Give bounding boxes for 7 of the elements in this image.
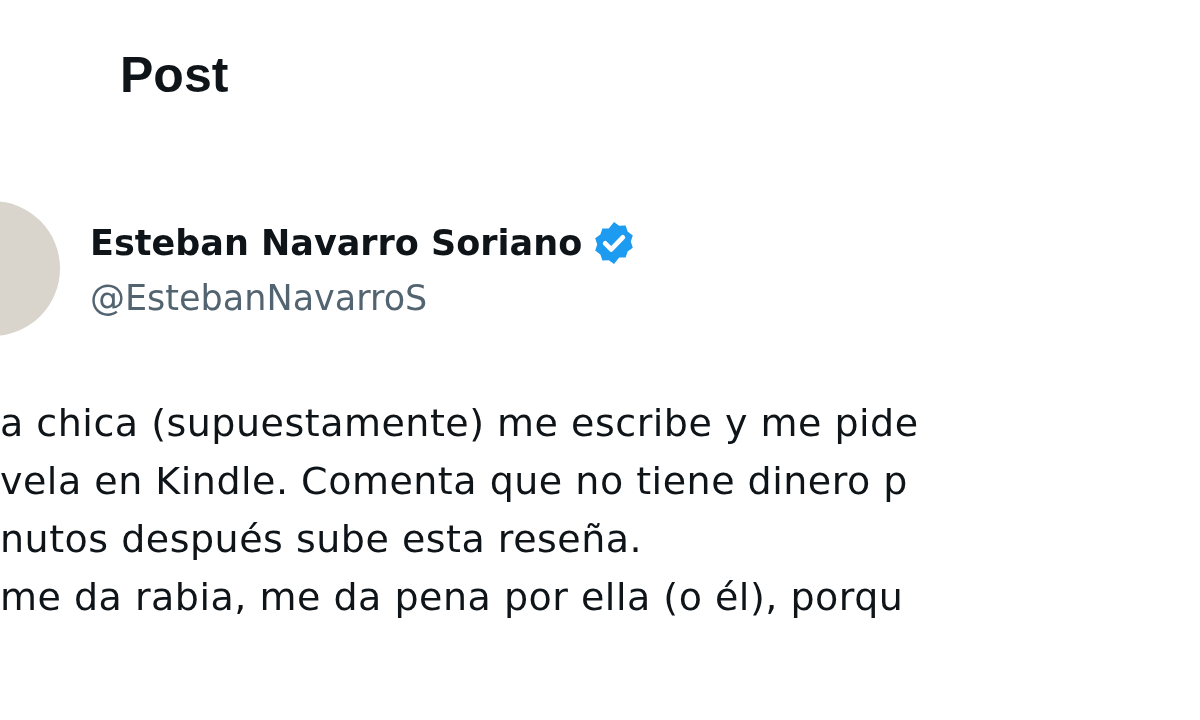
page-title: Post: [119, 46, 230, 103]
post-text-line: a chica (supuestamente) me escribe y me pide: [0, 400, 920, 447]
author-name: Esteban Navarro Soriano: [90, 221, 583, 264]
author-handle: @EstebanNavarroS: [90, 276, 429, 319]
post-text-line: vela en Kindle. Comenta que no tiene dinero p: [0, 458, 909, 505]
post-text-line: me da rabia, me da pena por ella (o él), porqu: [0, 574, 905, 621]
post-text-line: nutos después sube esta reseña.: [0, 516, 644, 563]
